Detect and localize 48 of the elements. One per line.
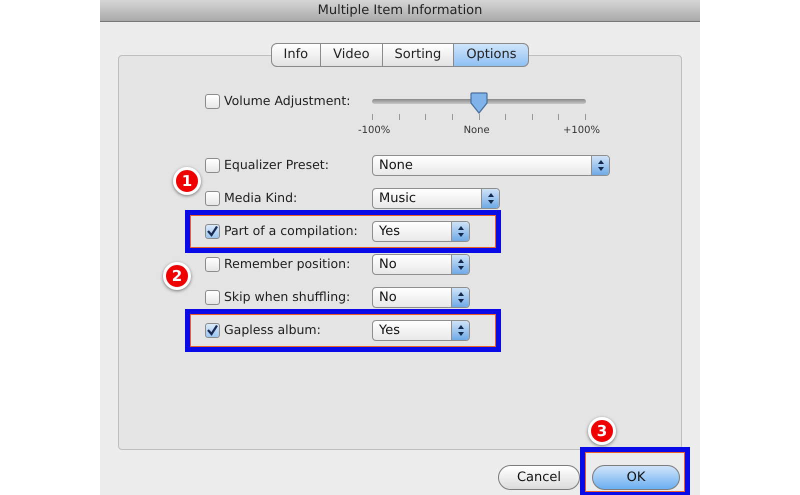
tick-label: +100% xyxy=(563,124,600,138)
tick-mark xyxy=(398,114,400,120)
field-label: Volume Adjustment: xyxy=(224,92,350,110)
stepper-icon xyxy=(481,189,499,208)
popup-menu[interactable]: None xyxy=(372,155,610,176)
stepper-icon xyxy=(591,156,609,175)
tick-mark xyxy=(478,114,480,120)
field-label: Remember position: xyxy=(224,255,350,274)
callout-badge: 1 xyxy=(173,167,201,195)
slider-thumb[interactable] xyxy=(469,92,489,114)
checkbox[interactable] xyxy=(205,191,220,206)
callout-badge: 2 xyxy=(163,262,191,290)
checkbox[interactable] xyxy=(205,94,220,108)
tick-mark xyxy=(425,114,426,120)
window-title: Multiple Item Information xyxy=(100,0,700,22)
tick-mark xyxy=(452,114,453,120)
tick-mark xyxy=(532,114,533,120)
field-label: Skip when shuffling: xyxy=(224,288,350,306)
stepper-icon xyxy=(451,321,469,340)
stepper-icon xyxy=(451,255,469,274)
tick-label: -100% xyxy=(358,124,390,138)
tab[interactable]: Info xyxy=(270,43,322,67)
checkbox[interactable] xyxy=(205,323,220,338)
checkbox[interactable] xyxy=(205,257,220,272)
popup-menu[interactable]: Yes xyxy=(372,320,470,341)
tick-mark xyxy=(558,114,560,120)
checkbox[interactable] xyxy=(205,158,220,173)
checkbox[interactable] xyxy=(205,290,220,305)
popup-menu[interactable]: Yes xyxy=(372,221,470,242)
dialog-button[interactable]: Cancel xyxy=(498,465,580,490)
popup-menu[interactable]: Music xyxy=(372,188,500,209)
stepper-icon xyxy=(451,222,469,241)
field-label: Equalizer Preset: xyxy=(224,156,329,174)
tab[interactable]: Options xyxy=(454,43,530,67)
tab[interactable]: Video xyxy=(321,43,383,67)
stepper-icon xyxy=(451,288,469,307)
field-label: Media Kind: xyxy=(224,189,298,208)
tick-mark xyxy=(505,114,506,120)
field-label: Part of a compilation: xyxy=(224,222,358,240)
popup-menu[interactable]: No xyxy=(372,287,470,308)
tick-label: None xyxy=(464,124,490,138)
checkbox[interactable] xyxy=(205,224,220,239)
dialog-button[interactable]: OK xyxy=(592,465,680,490)
tick-mark xyxy=(372,114,373,120)
tick-mark xyxy=(585,114,586,120)
field-label: Gapless album: xyxy=(224,321,321,340)
popup-menu[interactable]: No xyxy=(372,254,470,275)
tab[interactable]: Sorting xyxy=(382,43,454,67)
